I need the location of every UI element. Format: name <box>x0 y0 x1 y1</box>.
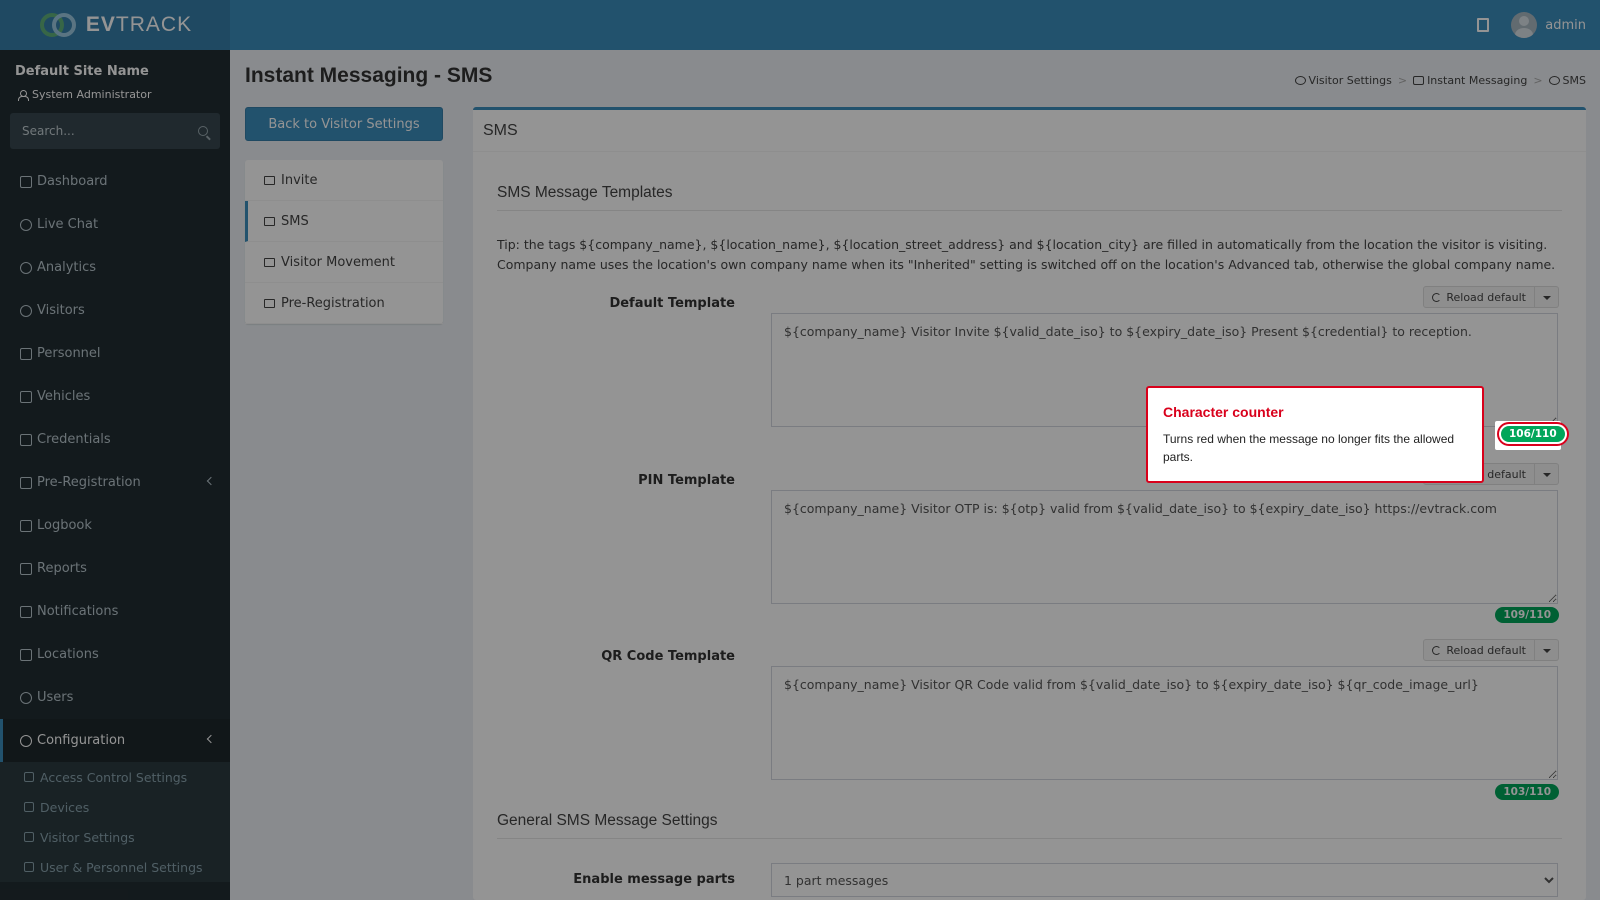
highlighted-counter: 106/110 <box>1495 421 1565 450</box>
tour-popover: Character counter Turns red when the mes… <box>1146 386 1484 483</box>
highlighted-counter-badge: 106/110 <box>1501 426 1565 442</box>
popover-title: Character counter <box>1163 404 1284 420</box>
popover-body: Turns red when the message no longer fit… <box>1163 432 1455 464</box>
